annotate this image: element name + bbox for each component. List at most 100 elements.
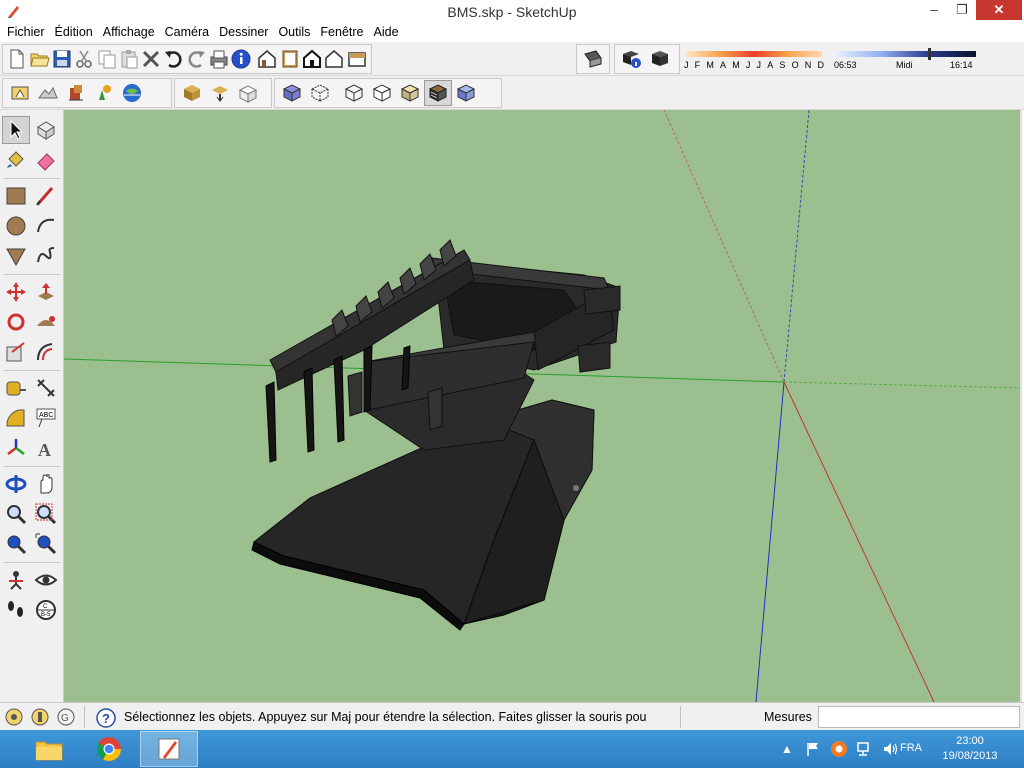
scale-tool-icon[interactable] bbox=[2, 338, 30, 366]
3d-text-tool-icon[interactable]: A bbox=[32, 434, 60, 462]
delete-icon[interactable] bbox=[140, 46, 162, 72]
maximize-button[interactable]: ❐ bbox=[948, 0, 976, 20]
shaded-style-icon[interactable] bbox=[396, 80, 424, 106]
follow-me-tool-icon[interactable] bbox=[32, 308, 60, 336]
shaded-textures-style-icon[interactable] bbox=[424, 80, 452, 106]
close-button[interactable]: ✕ bbox=[976, 0, 1022, 20]
iso-view-icon[interactable] bbox=[256, 46, 278, 72]
tape-measure-tool-icon[interactable] bbox=[2, 374, 30, 402]
walk-tool-icon[interactable] bbox=[2, 596, 30, 624]
month-gradient-bar[interactable] bbox=[686, 51, 822, 57]
text-tool-icon[interactable]: ABC bbox=[32, 404, 60, 432]
eraser-tool-icon[interactable] bbox=[32, 146, 60, 174]
zoom-tool-icon[interactable] bbox=[2, 500, 30, 528]
paste-icon[interactable] bbox=[118, 46, 140, 72]
axes-tool-icon[interactable] bbox=[2, 434, 30, 462]
taskbar-sketchup[interactable] bbox=[140, 731, 198, 767]
wireframe-style-icon[interactable] bbox=[340, 80, 368, 106]
push-pull-tool-icon[interactable] bbox=[32, 278, 60, 306]
add-location-icon[interactable] bbox=[6, 80, 34, 106]
menu-affichage[interactable]: Affichage bbox=[98, 22, 160, 42]
scene-canvas[interactable] bbox=[64, 110, 1022, 702]
zoom-extents-tool-icon[interactable] bbox=[32, 530, 60, 558]
taskbar-file-explorer[interactable] bbox=[20, 731, 78, 767]
top-view-icon[interactable] bbox=[279, 46, 301, 72]
freehand-tool-icon[interactable] bbox=[32, 242, 60, 270]
new-file-icon[interactable] bbox=[6, 46, 28, 72]
make-component-icon[interactable] bbox=[178, 80, 206, 106]
offset-tool-icon[interactable] bbox=[32, 338, 60, 366]
copy-icon[interactable] bbox=[96, 46, 118, 72]
share-model-icon[interactable] bbox=[90, 80, 118, 106]
shadow-info-icon[interactable] bbox=[618, 46, 646, 72]
front-view-icon[interactable] bbox=[301, 46, 323, 72]
save-icon[interactable] bbox=[51, 46, 73, 72]
undo-icon[interactable] bbox=[163, 46, 185, 72]
monochrome-style-icon[interactable] bbox=[452, 80, 480, 106]
select-tool-icon[interactable] bbox=[2, 116, 30, 144]
move-tool-icon[interactable] bbox=[2, 278, 30, 306]
circle-tool-icon[interactable] bbox=[2, 212, 30, 240]
geo-location-icon[interactable] bbox=[4, 707, 24, 727]
menu-aide[interactable]: Aide bbox=[369, 22, 404, 42]
user-account-icon[interactable]: G bbox=[56, 707, 76, 727]
menu-dessiner[interactable]: Dessiner bbox=[214, 22, 273, 42]
protractor-tool-icon[interactable] bbox=[2, 404, 30, 432]
xray-style-icon[interactable] bbox=[278, 80, 306, 106]
shadow-month-slider[interactable]: J F M A M J J A S O N D bbox=[684, 48, 824, 74]
cut-icon[interactable] bbox=[73, 46, 95, 72]
zoom-window-tool-icon[interactable] bbox=[32, 500, 60, 528]
position-camera-tool-icon[interactable] bbox=[2, 566, 30, 594]
make-component-tool-icon[interactable] bbox=[32, 116, 60, 144]
dimension-tool-icon[interactable] bbox=[32, 374, 60, 402]
toggle-terrain-icon[interactable] bbox=[34, 80, 62, 106]
open-file-icon[interactable] bbox=[28, 46, 50, 72]
polygon-tool-icon[interactable] bbox=[2, 242, 30, 270]
input-language[interactable]: FRA bbox=[900, 742, 922, 754]
right-view-icon[interactable] bbox=[323, 46, 345, 72]
component-box-icon[interactable] bbox=[234, 80, 262, 106]
shadow-time-slider[interactable]: 06:53 Midi 16:14 bbox=[832, 48, 978, 74]
shadow-toggle-icon[interactable] bbox=[646, 46, 674, 72]
avast-icon[interactable] bbox=[828, 738, 850, 760]
look-around-tool-icon[interactable] bbox=[32, 566, 60, 594]
menu-outils[interactable]: Outils bbox=[273, 22, 315, 42]
time-gradient-bar[interactable] bbox=[834, 51, 976, 57]
arc-tool-icon[interactable] bbox=[32, 212, 60, 240]
time-slider-knob[interactable] bbox=[928, 48, 931, 60]
taskbar-chrome[interactable] bbox=[80, 731, 138, 767]
rotate-tool-icon[interactable] bbox=[2, 308, 30, 336]
menu-camera[interactable]: Caméra bbox=[160, 22, 214, 42]
credits-icon[interactable] bbox=[30, 707, 50, 727]
line-tool-icon[interactable] bbox=[32, 182, 60, 210]
menu-fichier[interactable]: Fichier bbox=[2, 22, 50, 42]
redo-icon[interactable] bbox=[185, 46, 207, 72]
upload-component-icon[interactable] bbox=[206, 80, 234, 106]
network-icon[interactable] bbox=[854, 738, 876, 760]
paint-bucket-tool-icon[interactable] bbox=[2, 146, 30, 174]
menu-edition[interactable]: Édition bbox=[50, 22, 98, 42]
menu-fenetre[interactable]: Fenêtre bbox=[315, 22, 368, 42]
help-icon[interactable]: ? bbox=[96, 708, 116, 728]
minimize-button[interactable]: – bbox=[920, 0, 948, 20]
measurements-input[interactable] bbox=[818, 706, 1020, 728]
volume-icon[interactable] bbox=[880, 738, 902, 760]
3d-viewport[interactable] bbox=[64, 110, 1022, 702]
get-models-icon[interactable] bbox=[62, 80, 90, 106]
rectangle-tool-icon[interactable] bbox=[2, 182, 30, 210]
orbit-tool-icon[interactable] bbox=[2, 470, 30, 498]
model-info-icon[interactable] bbox=[230, 46, 252, 72]
action-center-flag-icon[interactable] bbox=[802, 738, 824, 760]
section-plane-tool-icon[interactable]: C B-5 bbox=[32, 596, 60, 624]
bucket-model[interactable] bbox=[251, 239, 621, 631]
previous-view-icon[interactable] bbox=[2, 530, 30, 558]
back-edges-style-icon[interactable] bbox=[306, 80, 334, 106]
section-plane-icon[interactable] bbox=[580, 46, 606, 72]
pan-tool-icon[interactable] bbox=[32, 470, 60, 498]
show-hidden-icons-icon[interactable]: ▲ bbox=[776, 738, 798, 760]
hidden-line-style-icon[interactable] bbox=[368, 80, 396, 106]
print-icon[interactable] bbox=[207, 46, 229, 72]
google-earth-icon[interactable] bbox=[118, 80, 146, 106]
taskbar-clock[interactable]: 23:00 19/08/2013 bbox=[932, 734, 1008, 764]
back-view-icon[interactable] bbox=[346, 46, 368, 72]
